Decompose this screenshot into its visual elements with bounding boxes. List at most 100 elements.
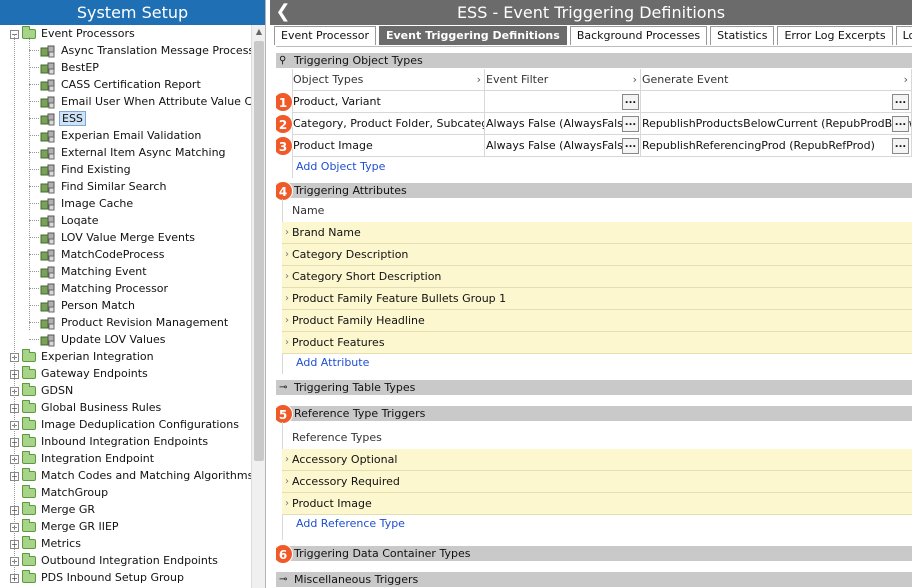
expand-row-icon[interactable]: › [282,310,292,332]
generate-event-cell[interactable]: RepublishReferencingProd (RepubRefProd).… [641,135,912,157]
chevron-right-icon: › [903,73,908,86]
tree-event-processor-node[interactable]: ESS [40,110,86,127]
tree-event-processor-node[interactable]: Experian Email Validation [40,127,203,144]
generate-event-browse-button[interactable]: ... [892,116,909,132]
tree-event-processor-node[interactable]: Person Match [40,297,137,314]
tree-connector [29,305,39,306]
tree-folder-node[interactable]: + Integration Endpoint [10,450,156,467]
tree-event-processor-node[interactable]: External Item Async Matching [40,144,228,161]
tree-folder-node[interactable]: + PDS Inbound Setup Group [10,569,186,586]
tree-event-processor-node[interactable]: Find Similar Search [40,178,168,195]
tab-log[interactable]: Log [895,26,912,45]
tab-event-triggering-definitions[interactable]: Event Triggering Definitions [379,26,567,45]
expand-key-icon[interactable]: ⊸ [279,572,287,587]
attribute-row[interactable]: › Category Description [282,244,912,266]
back-arrow-icon[interactable]: ❮ [274,0,292,25]
scroll-thumb[interactable] [254,41,264,461]
tree-folder-node[interactable]: MatchGroup [10,484,110,501]
generate-event-browse-button[interactable]: ... [892,138,909,154]
tab-event-processor[interactable]: Event Processor [274,26,376,45]
col-event-filter[interactable]: Event Filter › [485,69,641,91]
object-types-cell[interactable]: Product, Variant [292,91,485,113]
attribute-row[interactable]: › Category Short Description [282,266,912,288]
col-generate-event[interactable]: Generate Event › [641,69,912,91]
expand-row-icon[interactable]: › [282,332,292,354]
add-reference-type-link[interactable]: Add Reference Type [296,517,405,530]
expand-row-icon[interactable]: › [282,493,292,515]
tree-event-processor-node[interactable]: CASS Certification Report [40,76,203,93]
tree-event-processor-node[interactable]: Matching Processor [40,280,170,297]
event-filter-browse-button[interactable]: ... [622,94,639,110]
tree-folder-node[interactable]: + Inbound Integration Endpoints [10,433,210,450]
folder-icon [22,383,36,396]
event-filter-cell[interactable]: ... [485,91,641,113]
generate-event-cell[interactable]: RepublishProductsBelowCurrent (RepubProd… [641,113,912,135]
tree-folder-node[interactable]: + Gateway Endpoints [10,365,150,382]
section-reference-types-header[interactable]: Reference Type Triggers [276,406,912,421]
expand-row-icon[interactable]: › [282,244,292,266]
event-filter-browse-button[interactable]: ... [622,138,639,154]
col-reference-types: Reference Types [292,431,382,444]
generate-event-cell[interactable]: ... [641,91,912,113]
tree-folder-node[interactable]: + Merge GR IIEP [10,518,121,535]
tree-scrollbar[interactable]: ▲ [251,25,265,588]
tree-event-processor-node[interactable]: Update LOV Values [40,331,168,348]
tree-event-processor-node[interactable]: Image Cache [40,195,135,212]
add-object-type-link[interactable]: Add Object Type [296,160,385,173]
tree-folder-node[interactable]: + Global Business Rules [10,399,163,416]
event-filter-browse-button[interactable]: ... [622,116,639,132]
tree-folder-node[interactable]: + Match Codes and Matching Algorithms [10,467,251,484]
scroll-up-arrow-icon[interactable]: ▲ [252,25,265,39]
object-type-row[interactable]: Category, Product Folder, Subcategory Alw… [292,113,912,135]
generate-event-browse-button[interactable]: ... [892,94,909,110]
folder-icon [22,366,36,379]
add-attribute-link[interactable]: Add Attribute [296,356,369,369]
event-filter-cell[interactable]: Always False (AlwaysFalse)... [485,113,641,135]
tree-event-processor-node[interactable]: Matching Event [40,263,149,280]
expand-row-icon[interactable]: › [282,449,292,471]
expand-row-icon[interactable]: › [282,266,292,288]
generate-event-value: RepublishReferencingProd (RepubRefProd) [642,139,875,152]
tree-event-processor-node[interactable]: Product Revision Management [40,314,230,331]
section-misc-header[interactable]: ⊸ Miscellaneous Triggers [276,572,912,587]
event-filter-cell[interactable]: Always False (AlwaysFalse)... [485,135,641,157]
tree-folder-node[interactable]: + Metrics [10,535,83,552]
expand-row-icon[interactable]: › [282,471,292,493]
pin-icon[interactable]: ⚲ [279,53,286,68]
attribute-row[interactable]: › Brand Name [282,222,912,244]
section-data-container-header[interactable]: Triggering Data Container Types [276,546,912,561]
tree-folder-node[interactable]: + Merge GR [10,501,97,518]
attribute-row[interactable]: › Product Features [282,332,912,354]
tree-folder-node[interactable]: + Outbound Integration Endpoints [10,552,220,569]
tab-background-processes[interactable]: Background Processes [569,26,708,45]
tree-event-processor-node[interactable]: Find Existing [40,161,133,178]
col-object-types[interactable]: Object Types › [292,69,485,91]
tree-folder-node[interactable]: + GDSN [10,382,75,399]
section-attributes-header[interactable]: Triggering Attributes [276,183,912,198]
attribute-row[interactable]: › Product Family Feature Bullets Group 1 [282,288,912,310]
tree-folder-node[interactable]: + Experian Integration [10,348,156,365]
object-type-row[interactable]: Product Image Always False (AlwaysFalse).… [292,135,912,157]
object-types-cell[interactable]: Category, Product Folder, Subcategory [292,113,485,135]
expand-row-icon[interactable]: › [282,222,292,244]
tab-statistics[interactable]: Statistics [710,26,775,45]
attribute-row[interactable]: › Product Family Headline [282,310,912,332]
expand-row-icon[interactable]: › [282,288,292,310]
object-types-cell[interactable]: Product Image [292,135,485,157]
reference-type-row[interactable]: › Accessory Required [282,471,912,493]
section-table-types-header[interactable]: ⊸ Triggering Table Types [276,380,912,395]
tree-folder-node[interactable]: + Image Deduplication Configurations [10,416,241,433]
tree-event-processor-node[interactable]: BestEP [40,59,101,76]
object-type-row[interactable]: Product, Variant...... [292,91,912,113]
reference-type-row[interactable]: › Accessory Optional [282,449,912,471]
tree-event-processor-node[interactable]: Loqate [40,212,100,229]
tree-event-processor-node[interactable]: Email User When Attribute Value Chan [40,93,251,110]
tab-error-log-excerpts[interactable]: Error Log Excerpts [777,26,893,45]
tree-event-processor-node[interactable]: Async Translation Message Processor [40,42,251,59]
reference-type-row[interactable]: › Product Image [282,493,912,515]
tree-event-processor-node[interactable]: MatchCodeProcess [40,246,166,263]
section-object-types-header[interactable]: ⚲ Triggering Object Types [276,53,912,68]
tree-node-label: Email User When Attribute Value Chan [61,95,251,108]
tree-event-processor-node[interactable]: LOV Value Merge Events [40,229,197,246]
expand-key-icon[interactable]: ⊸ [279,380,287,395]
